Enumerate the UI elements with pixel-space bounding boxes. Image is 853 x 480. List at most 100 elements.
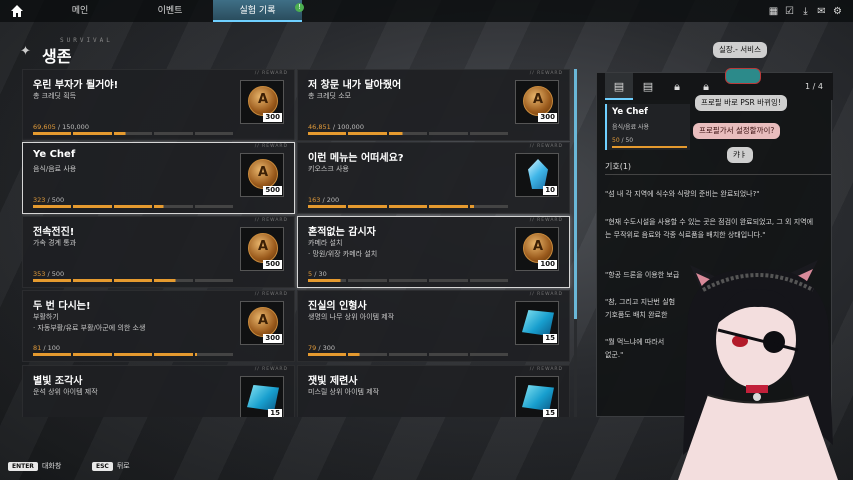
reward-item[interactable]: 10 <box>515 153 559 197</box>
reward-tag: // REWARD <box>529 367 563 372</box>
progress-segment <box>73 205 112 208</box>
progress-segment <box>194 279 234 282</box>
progress-segment <box>348 132 387 135</box>
reward-amount: 15 <box>268 409 282 417</box>
reward-tag: // REWARD <box>529 71 563 76</box>
reward-amount: 300 <box>263 113 282 122</box>
reward-item[interactable]: 15 <box>515 376 559 417</box>
reward-amount: 15 <box>543 409 557 417</box>
credit-coin-icon <box>248 159 278 189</box>
scrollbar[interactable] <box>574 69 577 417</box>
progress-segment <box>113 205 153 208</box>
credit-coin-icon <box>523 86 553 116</box>
achievement-card[interactable]: // REWARD전속전진!가속 경계 통과353 / 500500 <box>22 216 295 288</box>
progress-total: 200 <box>326 196 340 204</box>
tab-event[interactable]: 이벤트 <box>120 0 220 22</box>
progress-segment <box>194 132 234 135</box>
achievement-card[interactable]: // REWARD 별빛 조각사 운석 상위 아이템 제작 15 <box>22 365 295 417</box>
progress-current: 323 <box>33 196 46 204</box>
card-progress: 79 / 300 <box>308 344 335 352</box>
progress-segment <box>469 132 509 135</box>
progress-bar <box>33 353 234 356</box>
card-desc: 생명의 나무 상위 아이템 제작 <box>308 313 395 321</box>
progress-segment <box>73 353 112 356</box>
entry-progress-current: 50 <box>612 137 620 144</box>
reward-item[interactable]: 300 <box>515 80 559 124</box>
notification-badge: ! <box>295 3 304 12</box>
document-icon[interactable]: ▤ <box>634 73 662 100</box>
achievement-card[interactable]: // REWARD 이런 메뉴는 어떠세요? 키오스크 사용 163 / 200 10 <box>297 142 570 214</box>
lore-heading: 기호(1) <box>605 162 632 171</box>
streamer-avatar <box>678 260 838 480</box>
card-desc: 가속 경계 통과 <box>33 239 77 247</box>
achievement-card[interactable]: // REWARD 잿빛 제련사 미스릴 상위 아이템 제작 15 <box>297 365 570 417</box>
progress-segment <box>113 279 153 282</box>
achievement-card[interactable]: // REWARD 혼적없는 감시자 카메라 설치 · 망원/위장 카메라 설치 5 /… <box>297 216 570 288</box>
progress-segment <box>73 132 112 135</box>
achievement-card[interactable]: // REWARD 두 번 다시는! 부활하기 · 자동부활/유료 부활/아군에 의한… <box>22 290 295 362</box>
reward-item[interactable]: 100 <box>515 227 559 271</box>
card-progress: 81 / 100 <box>33 344 60 352</box>
tab-main[interactable]: 메인 <box>30 0 130 22</box>
card-title: 두 번 다시는! <box>33 301 91 312</box>
chat-message: 실장.- 서비스 <box>713 42 767 58</box>
reward-item[interactable]: 15 <box>240 376 284 417</box>
progress-segment <box>348 353 387 356</box>
tab-experiment-log[interactable]: 실험 기록 ! <box>213 0 304 22</box>
progress-segment <box>308 132 347 135</box>
entry-desc: 음식/음료 사용 <box>612 124 650 131</box>
credit-coin-icon <box>248 307 278 337</box>
download-icon[interactable]: ⤓ <box>800 6 811 17</box>
chat-message: 캬ㅑ <box>727 147 753 163</box>
reward-amount: 300 <box>263 334 282 343</box>
progress-total: 500 <box>51 196 65 204</box>
progress-current: 353 <box>33 270 46 278</box>
page-indicator: 1 / 4 <box>805 82 823 91</box>
lock-icon[interactable]: 🔒︎ <box>663 73 691 100</box>
card-title: 혼적없는 감시자 <box>308 227 376 238</box>
achievement-card[interactable]: // REWARD 저 창문 내가 달아줬어 총 크레딧 소모 46,851 / 10… <box>297 69 570 141</box>
achievement-card[interactable]: // REWARD 우린 부자가 될거야! 총 크레딧 획득 69,605 / 150… <box>22 69 295 141</box>
card-desc-detail: · 자동부활/유료 부활/아군에 의한 소생 <box>33 324 146 332</box>
entry-progress-bar <box>612 146 687 148</box>
reward-item[interactable]: 500 <box>240 153 284 197</box>
progress-segment <box>154 353 193 356</box>
reward-item[interactable]: 300 <box>240 80 284 124</box>
divider <box>605 174 831 175</box>
progress-bar <box>33 205 234 208</box>
entry-title: Ye Chef <box>612 107 648 117</box>
progress-total: 150,000 <box>62 123 89 131</box>
card-desc: 총 크레딧 소모 <box>308 92 352 100</box>
achievement-card[interactable]: // REWARD 진실의 인형사 생명의 나무 상위 아이템 제작 79 / 300… <box>297 290 570 362</box>
reward-tag: // REWARD <box>254 367 288 372</box>
esc-key: ESC <box>92 462 113 471</box>
scrollbar-thumb[interactable] <box>574 69 577 319</box>
card-title: 우린 부자가 될거야! <box>33 80 119 91</box>
achievement-grid: // REWARD 우린 부자가 될거야! 총 크레딧 획득 69,605 / 150… <box>22 69 575 417</box>
calendar-icon[interactable]: ▦ <box>768 6 779 17</box>
card-title: 전속전진! <box>33 227 75 238</box>
achievement-card[interactable]: // REWARDYe Chef음식/음료 사용323 / 500500 <box>22 142 295 214</box>
progress-segment <box>469 353 509 356</box>
settings-icon[interactable]: ⚙ <box>832 6 843 17</box>
footer-hint-enter[interactable]: ENTER 대화창 <box>8 461 61 471</box>
calendar-check-icon[interactable]: ☑ <box>784 6 795 17</box>
chat-message: 프로필 바로 PSR 바뀌잉! <box>695 95 787 111</box>
document-icon[interactable]: ▤ <box>605 73 633 100</box>
progress-segment <box>154 132 193 135</box>
reward-item[interactable]: 500 <box>240 227 284 271</box>
credit-coin-icon <box>248 233 278 263</box>
card-title: 이런 메뉴는 어떠세요? <box>308 153 404 164</box>
progress-segment <box>113 353 153 356</box>
progress-segment <box>33 205 72 208</box>
footer-hint-esc[interactable]: ESC 뒤로 <box>92 461 130 471</box>
home-icon[interactable] <box>10 4 24 18</box>
card-title: 저 창문 내가 달아줬어 <box>308 80 402 91</box>
card-desc-detail: · 망원/위장 카메라 설치 <box>308 250 378 258</box>
reward-item[interactable]: 15 <box>515 301 559 345</box>
reward-amount: 500 <box>263 260 282 269</box>
reward-item[interactable]: 300 <box>240 301 284 345</box>
entry-progress-total: 50 <box>625 137 634 144</box>
lore-paragraph: "섬 내 각 지역에 식수와 식량의 준비는 완료되었나?" <box>605 190 760 198</box>
mail-icon[interactable]: ✉ <box>816 6 827 17</box>
